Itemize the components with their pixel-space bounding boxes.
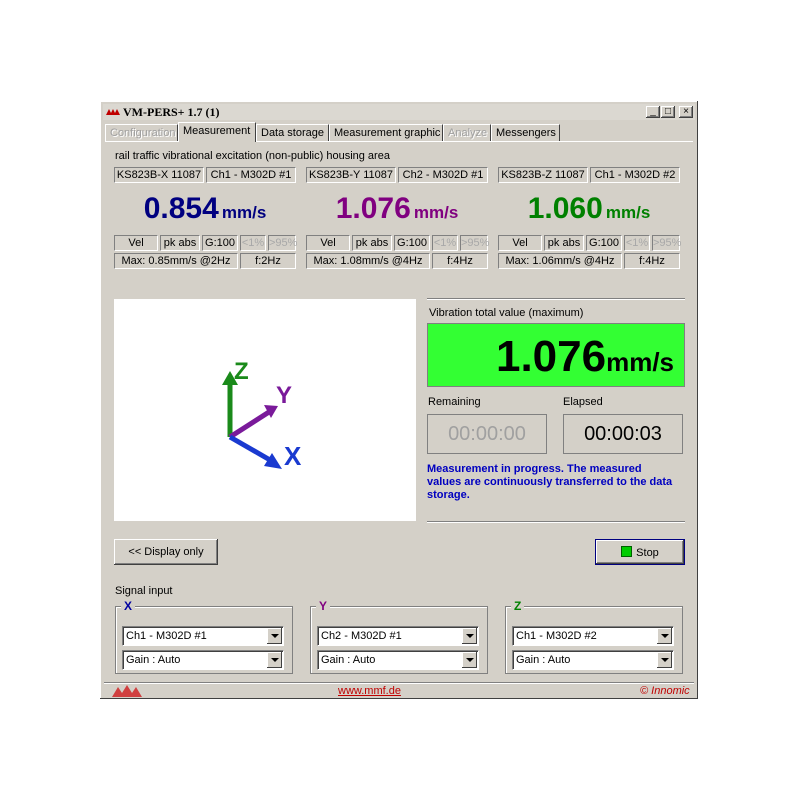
total-value-display: 1.076mm/s [427,323,685,387]
channel-value: 1.060 [527,192,603,225]
channel-box-z: KS823B-Z 11087 Ch1 - M302D #2 1.060 mm/s Ve… [498,167,682,271]
chevron-down-icon [657,628,672,644]
z-axis-label: Z [234,358,249,385]
max-value-label: Max: 0.85mm/s @2Hz [114,253,238,269]
location-description: rail traffic vibrational excitation (non… [115,150,390,162]
overrange-indicator: >95% [268,235,298,251]
gain-select-y[interactable]: Gain : Auto [317,650,479,670]
remaining-label: Remaining [428,396,481,408]
total-unit: mm/s [606,347,674,377]
peak-label: pk abs [352,235,392,251]
channel-value-display: 1.076 mm/s [306,191,488,227]
group-label-y: Y [316,599,331,613]
tab-configuration[interactable]: Configuration [105,124,178,141]
tab-messengers[interactable]: Messengers [491,124,560,141]
sensor-label: KS823B-Z 11087 [498,167,588,183]
mode-label: Vel [306,235,350,251]
channel-label: Ch1 - M302D #1 [206,167,296,183]
peak-label: pk abs [544,235,584,251]
channel-value: 0.854 [143,192,219,225]
chevron-down-icon [267,652,282,668]
channel-box-y: KS823B-Y 11087 Ch2 - M302D #1 1.076 mm/s Ve… [306,167,490,271]
channel-select-y[interactable]: Ch2 - M302D #1 [317,626,479,646]
peak-label: pk abs [160,235,200,251]
separator [427,521,685,523]
window-title: VM-PERS+ 1.7 (1) [123,105,220,119]
gain-select-x[interactable]: Gain : Auto [122,650,284,670]
stop-button[interactable]: Stop [595,539,685,565]
mmf-footer-logo-icon [112,685,142,697]
tab-data-storage[interactable]: Data storage [256,124,329,141]
status-message: Measurement in progress. The measured va… [427,463,673,501]
channel-unit: mm/s [605,203,651,222]
signal-input-label: Signal input [115,585,173,597]
channel-select-z[interactable]: Ch1 - M302D #2 [512,626,674,646]
channel-unit: mm/s [221,203,267,222]
underrange-indicator: <1% [624,235,650,251]
axis-diagram: Z Y X [222,358,302,471]
chevron-down-icon [462,652,477,668]
channel-value-display: 1.060 mm/s [498,191,680,227]
group-label-x: X [121,599,136,613]
channel-select-x[interactable]: Ch1 - M302D #1 [122,626,284,646]
separator [427,298,685,300]
channel-box-x: KS823B-X 11087 Ch1 - M302D #1 0.854 mm/s Ve… [114,167,298,271]
total-value: 1.076 [495,332,607,381]
footer-separator [104,682,694,684]
sensor-label: KS823B-X 11087 [114,167,204,183]
channel-unit: mm/s [413,203,459,222]
minimize-button[interactable]: _ [646,106,660,118]
stop-indicator-icon [621,546,633,557]
underrange-indicator: <1% [240,235,266,251]
title-bar[interactable]: VM-PERS+ 1.7 (1) _ □ × [103,104,695,120]
max-value-label: Max: 1.06mm/s @4Hz [498,253,622,269]
gain-select-z[interactable]: Gain : Auto [512,650,674,670]
gain-label: G:100 [394,235,430,251]
website-link[interactable]: www.mmf.de [338,685,401,697]
underrange-indicator: <1% [432,235,458,251]
group-label-z: Z [511,599,525,613]
mode-label: Vel [114,235,158,251]
maximize-button[interactable]: □ [661,106,675,118]
frequency-label: f:4Hz [432,253,488,269]
copyright-text: © Innomic [640,685,690,697]
channel-value: 1.076 [335,192,411,225]
max-value-label: Max: 1.08mm/s @4Hz [306,253,430,269]
sensor-label: KS823B-Y 11087 [306,167,396,183]
frequency-label: f:2Hz [240,253,296,269]
stop-label: Stop [636,547,659,559]
tab-measurement[interactable]: Measurement [178,122,256,142]
y-axis-label: Y [276,382,292,409]
overrange-indicator: >95% [460,235,490,251]
tab-analyze[interactable]: Analyze [443,124,491,141]
elapsed-timer: 00:00:03 [563,414,683,454]
overrange-indicator: >95% [652,235,682,251]
close-button[interactable]: × [679,106,693,118]
elapsed-label: Elapsed [563,396,603,408]
display-only-button[interactable]: << Display only [114,539,218,565]
remaining-timer: 00:00:00 [427,414,547,454]
mode-label: Vel [498,235,542,251]
chevron-down-icon [267,628,282,644]
gain-label: G:100 [586,235,622,251]
frequency-label: f:4Hz [624,253,680,269]
channel-label: Ch2 - M302D #1 [398,167,488,183]
channel-value-display: 0.854 mm/s [114,191,296,227]
chevron-down-icon [462,628,477,644]
axis-orientation-view: Z Y X [114,299,416,521]
total-label: Vibration total value (maximum) [429,307,584,319]
tab-measurement-graphic[interactable]: Measurement graphic [329,124,443,141]
mmf-logo-icon [106,109,120,115]
x-axis-label: X [284,441,302,471]
gain-label: G:100 [202,235,238,251]
channel-label: Ch1 - M302D #2 [590,167,680,183]
chevron-down-icon [657,652,672,668]
